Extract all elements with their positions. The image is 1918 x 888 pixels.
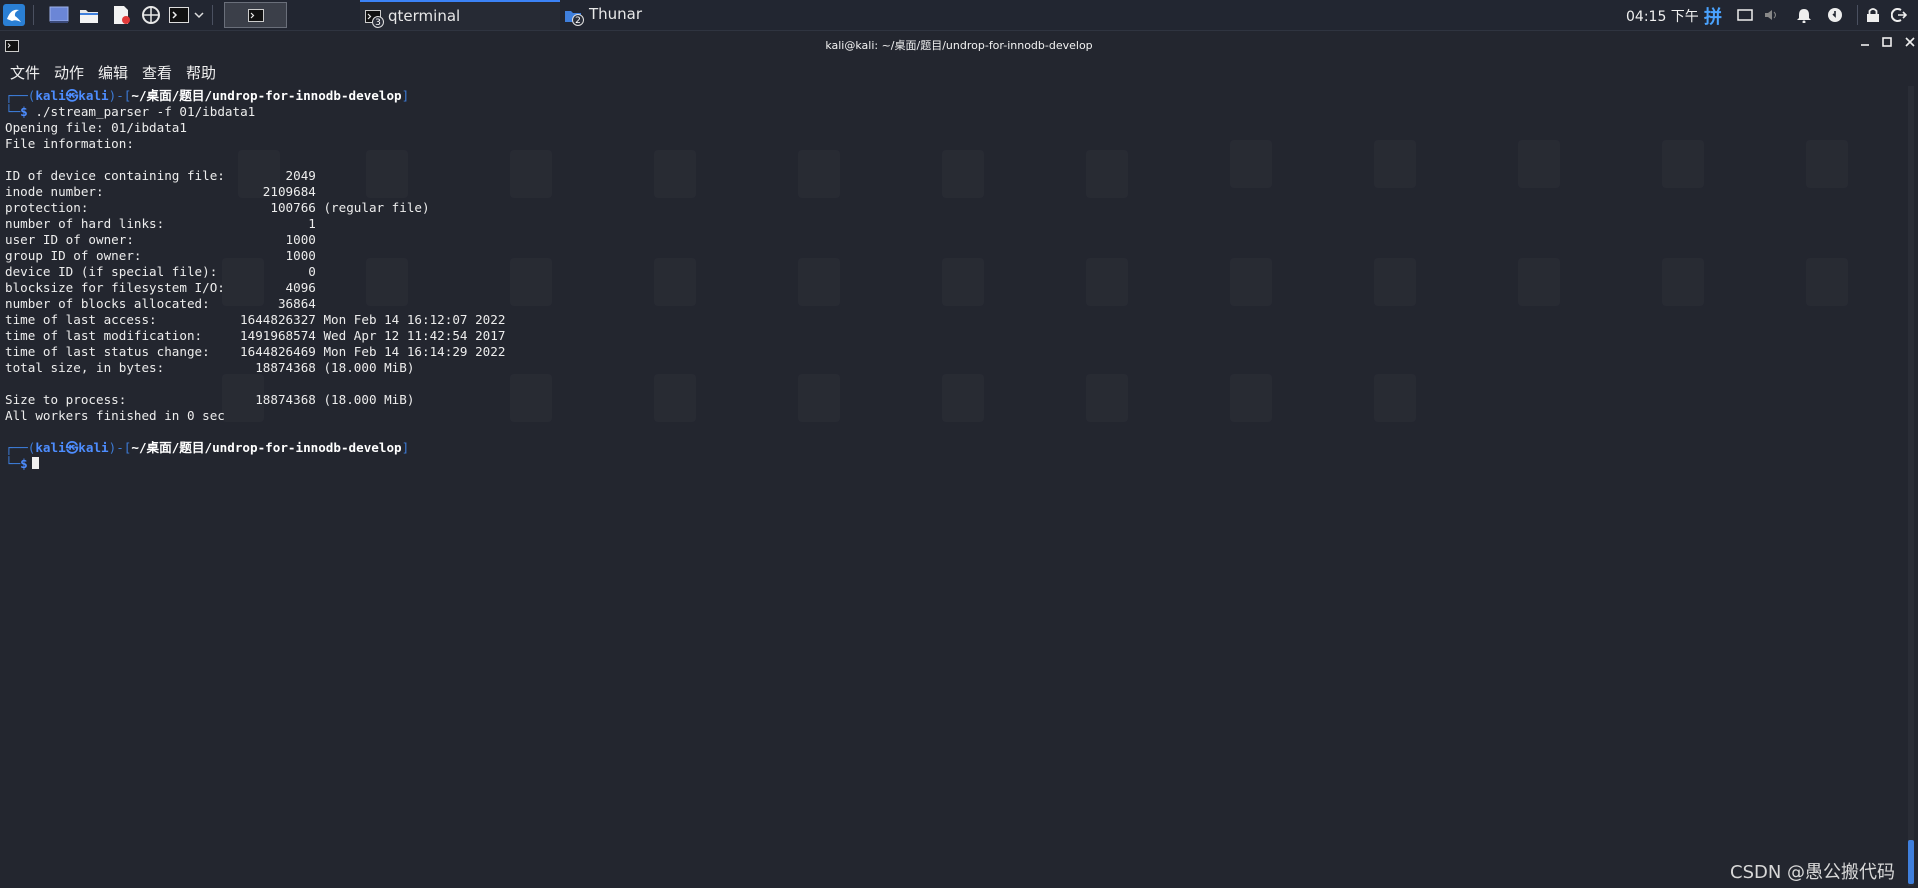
output-line: number of hard links: 1 (5, 216, 316, 231)
menu-edit[interactable]: 编辑 (98, 62, 128, 83)
browser-icon[interactable] (140, 4, 162, 26)
panel-separator (1857, 5, 1858, 25)
folder-icon[interactable] (78, 4, 100, 26)
output-line: device ID (if special file): 0 (5, 264, 316, 279)
prompt-line: ┌──(kali㉿kali)-[~/桌面/题目/undrop-for-innod… (5, 88, 410, 103)
volume-icon[interactable] (1762, 6, 1780, 24)
command-line: └─$ (5, 456, 39, 472)
maximize-button[interactable] (1880, 36, 1894, 50)
bell-icon[interactable] (1795, 6, 1813, 24)
minimize-button[interactable] (1858, 36, 1872, 50)
top-panel: 3 qterminal 2 Thunar 04:15 下午 拼 (0, 0, 1918, 31)
prompt-path: ~/桌面/题目/undrop-for-innodb-develop (131, 440, 402, 455)
logout-icon[interactable] (1890, 6, 1908, 24)
menu-file[interactable]: 文件 (10, 62, 40, 83)
chevron-down-icon[interactable] (192, 4, 206, 26)
output-line: ID of device containing file: 2049 (5, 168, 316, 183)
prompt-user: kali (35, 88, 66, 103)
prompt-path: ~/桌面/题目/undrop-for-innodb-develop (131, 88, 402, 103)
desktop-icon[interactable] (48, 4, 70, 26)
terminal-output[interactable]: ┌──(kali㉿kali)-[~/桌面/题目/undrop-for-innod… (0, 84, 1905, 888)
watermark: CSDN @愚公搬代码 (1730, 862, 1896, 883)
output-line: protection: 100766 (regular file) (5, 200, 430, 215)
menu-actions[interactable]: 动作 (54, 62, 84, 83)
panel-separator (212, 5, 213, 25)
output-line: user ID of owner: 1000 (5, 232, 316, 247)
power-icon[interactable] (1826, 6, 1844, 24)
prompt-host: kali (78, 88, 109, 103)
close-button[interactable] (1903, 36, 1917, 50)
terminal-icon (247, 8, 264, 22)
prompt-host: kali (78, 440, 109, 455)
menu-help[interactable]: 帮助 (186, 62, 216, 83)
output-line: group ID of owner: 1000 (5, 248, 316, 263)
output-line: File information: (5, 136, 134, 151)
command-line: └─$ ./stream_parser -f 01/ibdata1 (5, 104, 256, 119)
window-title: kali@kali: ~/桌面/题目/undrop-for-innodb-dev… (825, 39, 1093, 52)
output-line: time of last status change: 1644826469 M… (5, 344, 506, 359)
output-line: Size to process: 18874368 (18.000 MiB) (5, 392, 415, 407)
output-line: total size, in bytes: 18874368 (18.000 M… (5, 360, 415, 375)
prompt-line: ┌──(kali㉿kali)-[~/桌面/题目/undrop-for-innod… (5, 440, 410, 455)
workspace-switcher[interactable] (224, 2, 287, 28)
output-line: inode number: 2109684 (5, 184, 316, 199)
panel-separator (33, 5, 34, 25)
scrollbar-thumb[interactable] (1908, 840, 1914, 884)
task-label: Thunar (589, 5, 643, 23)
scrollbar-track[interactable] (1908, 86, 1914, 886)
terminal-icon[interactable] (168, 4, 190, 26)
output-line: Opening file: 01/ibdata1 (5, 120, 187, 135)
lock-icon[interactable] (1864, 6, 1882, 24)
task-qterminal[interactable]: 3 qterminal (360, 0, 560, 30)
text-cursor (31, 457, 39, 469)
task-thunar[interactable]: 2 Thunar (560, 0, 760, 30)
screen-icon[interactable] (1736, 6, 1754, 24)
menu-bar: 文件 动作 编辑 查看 帮助 (0, 58, 1918, 82)
output-line: blocksize for filesystem I/O: 4096 (5, 280, 316, 295)
output-line: All workers finished in 0 sec (5, 408, 225, 423)
task-count-badge: 2 (572, 14, 584, 26)
output-line: time of last access: 1644826327 Mon Feb … (5, 312, 506, 327)
command-text: ./stream_parser -f 01/ibdata1 (35, 104, 256, 119)
kali-dragon-icon[interactable] (2, 4, 26, 26)
output-line: number of blocks allocated: 36864 (5, 296, 316, 311)
input-method-indicator[interactable]: 拼 (1704, 3, 1722, 29)
output-line: time of last modification: 1491968574 We… (5, 328, 506, 343)
clock[interactable]: 04:15 下午 (1626, 6, 1699, 26)
window-titlebar[interactable]: kali@kali: ~/桌面/题目/undrop-for-innodb-dev… (0, 31, 1918, 56)
task-count-badge: 3 (372, 16, 384, 28)
task-label: qterminal (388, 7, 461, 25)
prompt-user: kali (35, 440, 66, 455)
menu-view[interactable]: 查看 (142, 62, 172, 83)
text-editor-icon[interactable] (110, 4, 132, 26)
